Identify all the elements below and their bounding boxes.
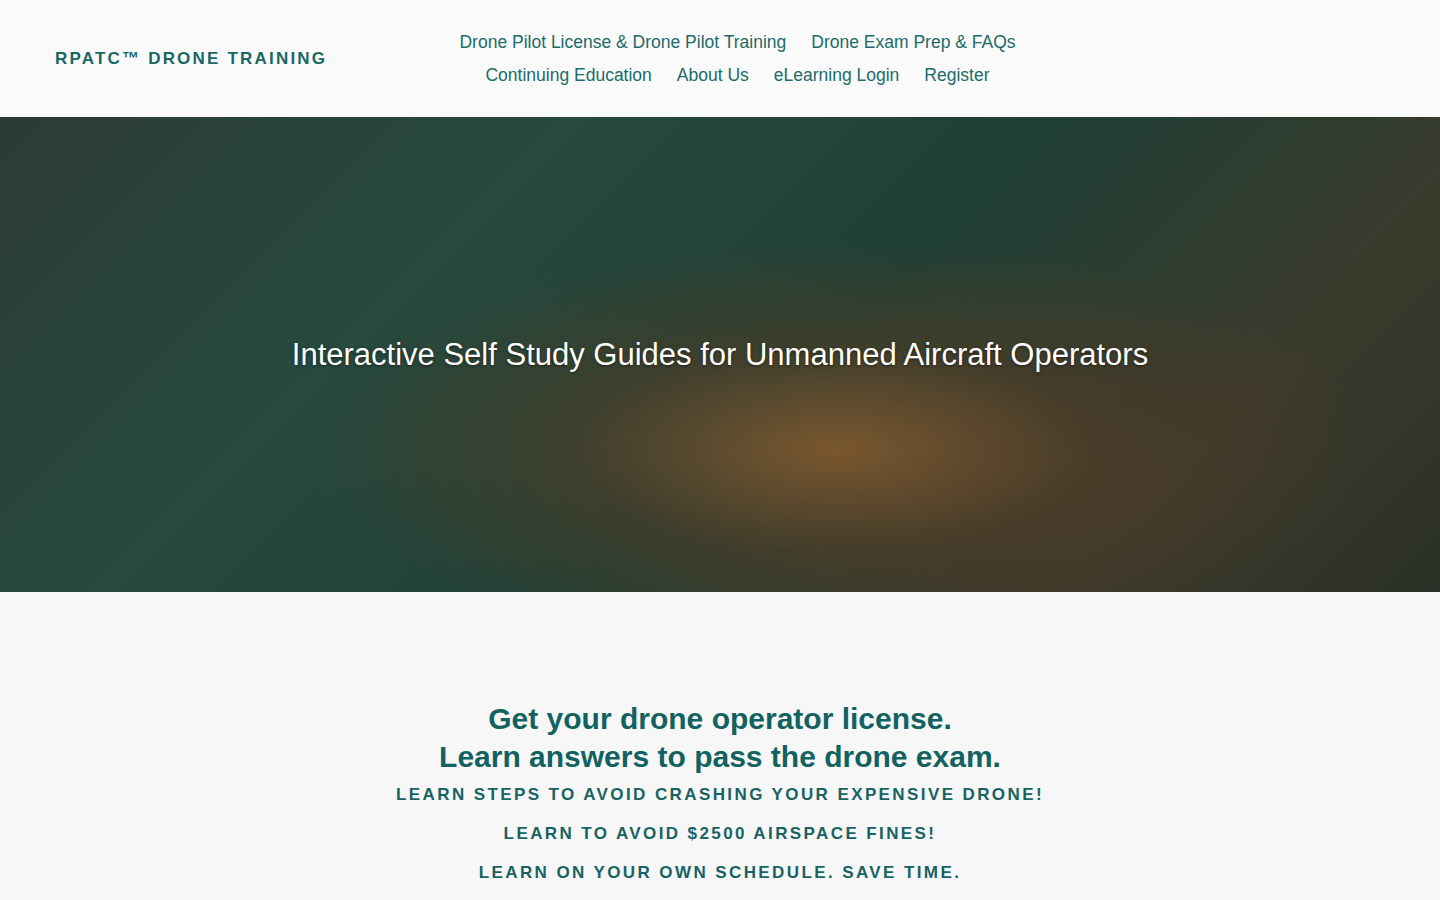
hero-title: Interactive Self Study Guides for Unmann… <box>292 337 1148 373</box>
tagline-list: LEARN STEPS TO AVOID CRASHING YOUR EXPEN… <box>396 784 1044 884</box>
hero-banner: Interactive Self Study Guides for Unmann… <box>0 117 1440 592</box>
intro-section: Get your drone operator license.Learn an… <box>0 592 1440 884</box>
nav-link[interactable]: Register <box>924 65 989 86</box>
nav-link[interactable]: Drone Exam Prep & FAQs <box>811 32 1015 53</box>
site-header: RPATC™ DRONE TRAINING Drone Pilot License… <box>0 0 1440 117</box>
site-logo[interactable]: RPATC™ DRONE TRAINING <box>55 49 418 69</box>
intro-headline: Get your drone operator license. <box>488 700 951 738</box>
nav-link[interactable]: About Us <box>677 65 749 86</box>
tagline: LEARN TO AVOID $2500 AIRSPACE FINES! <box>504 823 937 845</box>
nav-link[interactable]: eLearning Login <box>774 65 900 86</box>
intro-headline: Learn answers to pass the drone exam. <box>439 738 1001 776</box>
nav-link[interactable]: Continuing Education <box>485 65 651 86</box>
nav-link[interactable]: Drone Pilot License & Drone Pilot Traini… <box>459 32 786 53</box>
tagline: LEARN ON YOUR OWN SCHEDULE. SAVE TIME. <box>479 862 962 884</box>
main-nav: Drone Pilot License & Drone Pilot Traini… <box>418 32 1058 86</box>
tagline: LEARN STEPS TO AVOID CRASHING YOUR EXPEN… <box>396 784 1044 806</box>
